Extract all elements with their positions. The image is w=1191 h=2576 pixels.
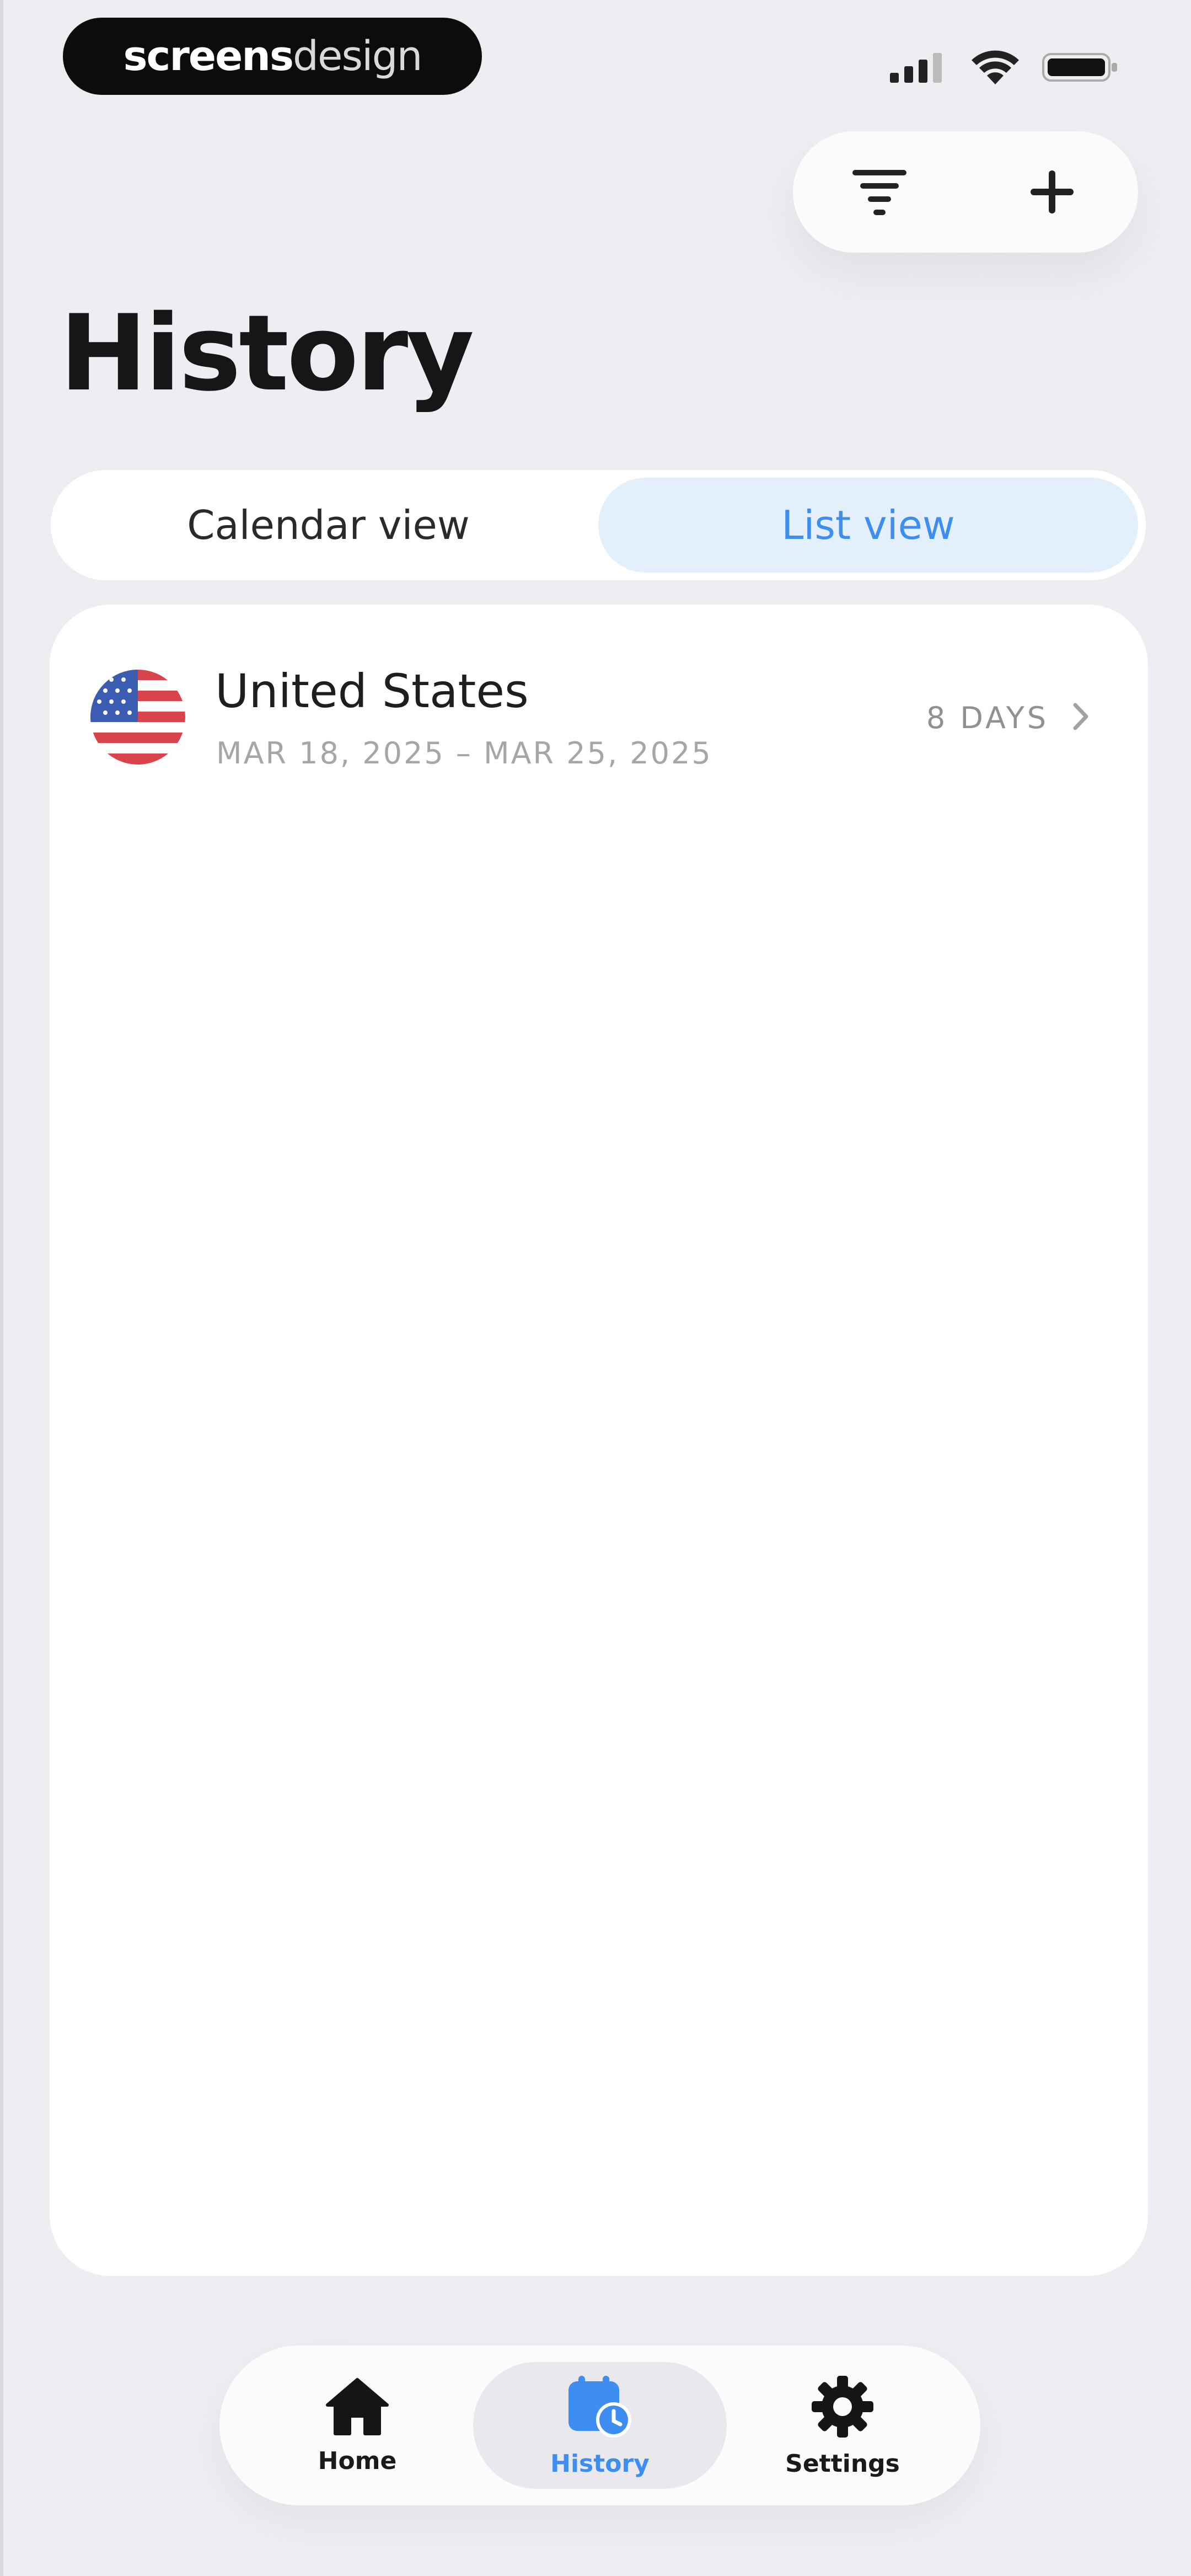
list-view-tab[interactable]: List view xyxy=(598,478,1138,573)
brand-name-part1: screens xyxy=(123,33,294,80)
home-icon xyxy=(326,2377,389,2435)
filter-icon xyxy=(852,170,906,215)
page-title: History xyxy=(60,292,474,414)
add-trip-button[interactable] xyxy=(1008,148,1096,236)
trip-row[interactable]: United States MAR 18, 2025 – MAR 25, 202… xyxy=(50,605,1148,787)
us-flag-icon xyxy=(90,670,185,765)
plus-icon xyxy=(1030,170,1074,213)
tab-home[interactable]: Home xyxy=(230,2362,484,2489)
brand-logo: screens design xyxy=(63,18,482,95)
tab-history[interactable]: History xyxy=(473,2362,727,2489)
history-icon xyxy=(568,2375,631,2438)
trip-duration: 8 DAYS xyxy=(926,701,1049,735)
tab-settings[interactable]: Settings xyxy=(716,2362,969,2489)
battery-icon xyxy=(1042,53,1117,82)
phone-screen: screens design History Calendar view Lis… xyxy=(0,0,1191,2576)
trip-dates: MAR 18, 2025 – MAR 25, 2025 xyxy=(216,736,712,771)
tab-bar: Home History Settings xyxy=(219,2345,980,2505)
tab-history-label: History xyxy=(550,2449,650,2478)
chevron-right-icon xyxy=(1073,703,1088,730)
brand-name-part2: design xyxy=(293,33,422,80)
trip-list: United States MAR 18, 2025 – MAR 25, 202… xyxy=(50,605,1148,2276)
signal-icon xyxy=(890,53,942,83)
filter-button[interactable] xyxy=(835,148,924,236)
gear-icon xyxy=(812,2375,873,2438)
tab-home-label: Home xyxy=(318,2446,397,2475)
header-actions xyxy=(793,131,1138,253)
view-toggle: Calendar view List view xyxy=(51,470,1146,580)
wifi-icon xyxy=(972,50,1019,84)
status-bar xyxy=(888,45,1119,89)
trip-country: United States xyxy=(215,664,529,718)
calendar-view-tab[interactable]: Calendar view xyxy=(58,478,598,573)
tab-settings-label: Settings xyxy=(785,2449,900,2478)
